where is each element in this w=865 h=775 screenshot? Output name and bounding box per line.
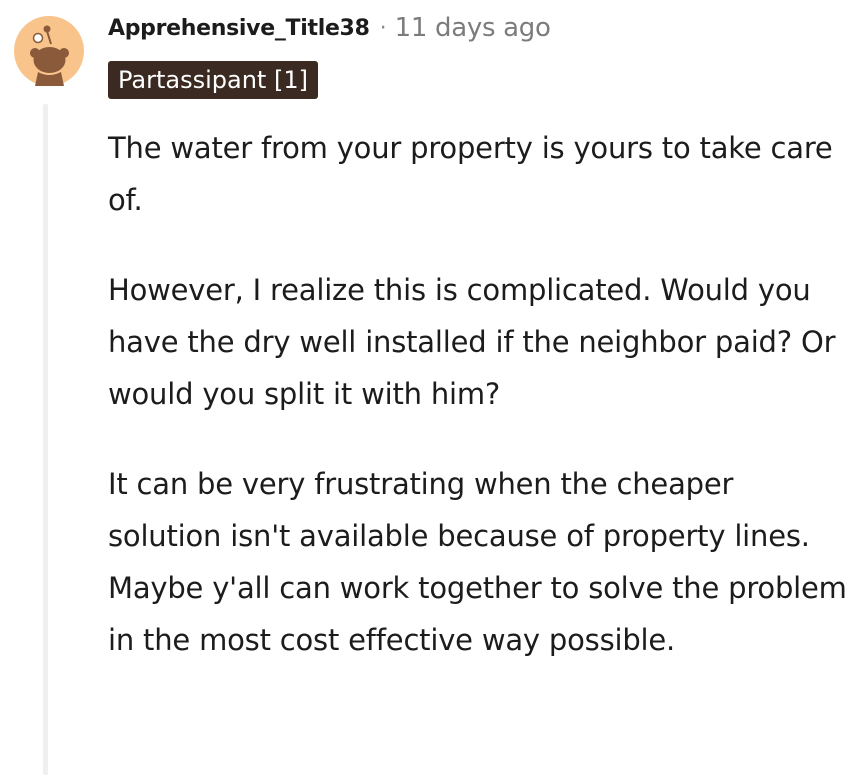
- timestamp-link[interactable]: 11 days ago: [395, 13, 551, 43]
- comment-paragraph: The water from your property is yours to…: [108, 131, 833, 217]
- comment: Apprehensive_Title38 · 11 days ago Parta…: [0, 0, 865, 775]
- user-avatar[interactable]: [14, 16, 84, 86]
- snoo-avatar-icon: [14, 16, 84, 86]
- comment-paragraph: However, I realize this is complicated. …: [108, 273, 836, 411]
- thread-collapse-line[interactable]: [43, 104, 48, 775]
- comment-header: Apprehensive_Title38 · 11 days ago: [108, 8, 551, 48]
- comment-body: The water from your property is yours to…: [108, 122, 848, 666]
- comment-paragraph: It can be very frustrating when the chea…: [108, 467, 847, 657]
- separator-dot: ·: [379, 15, 387, 41]
- user-flair-badge: Partassipant [1]: [108, 61, 318, 99]
- username-link[interactable]: Apprehensive_Title38: [108, 16, 370, 41]
